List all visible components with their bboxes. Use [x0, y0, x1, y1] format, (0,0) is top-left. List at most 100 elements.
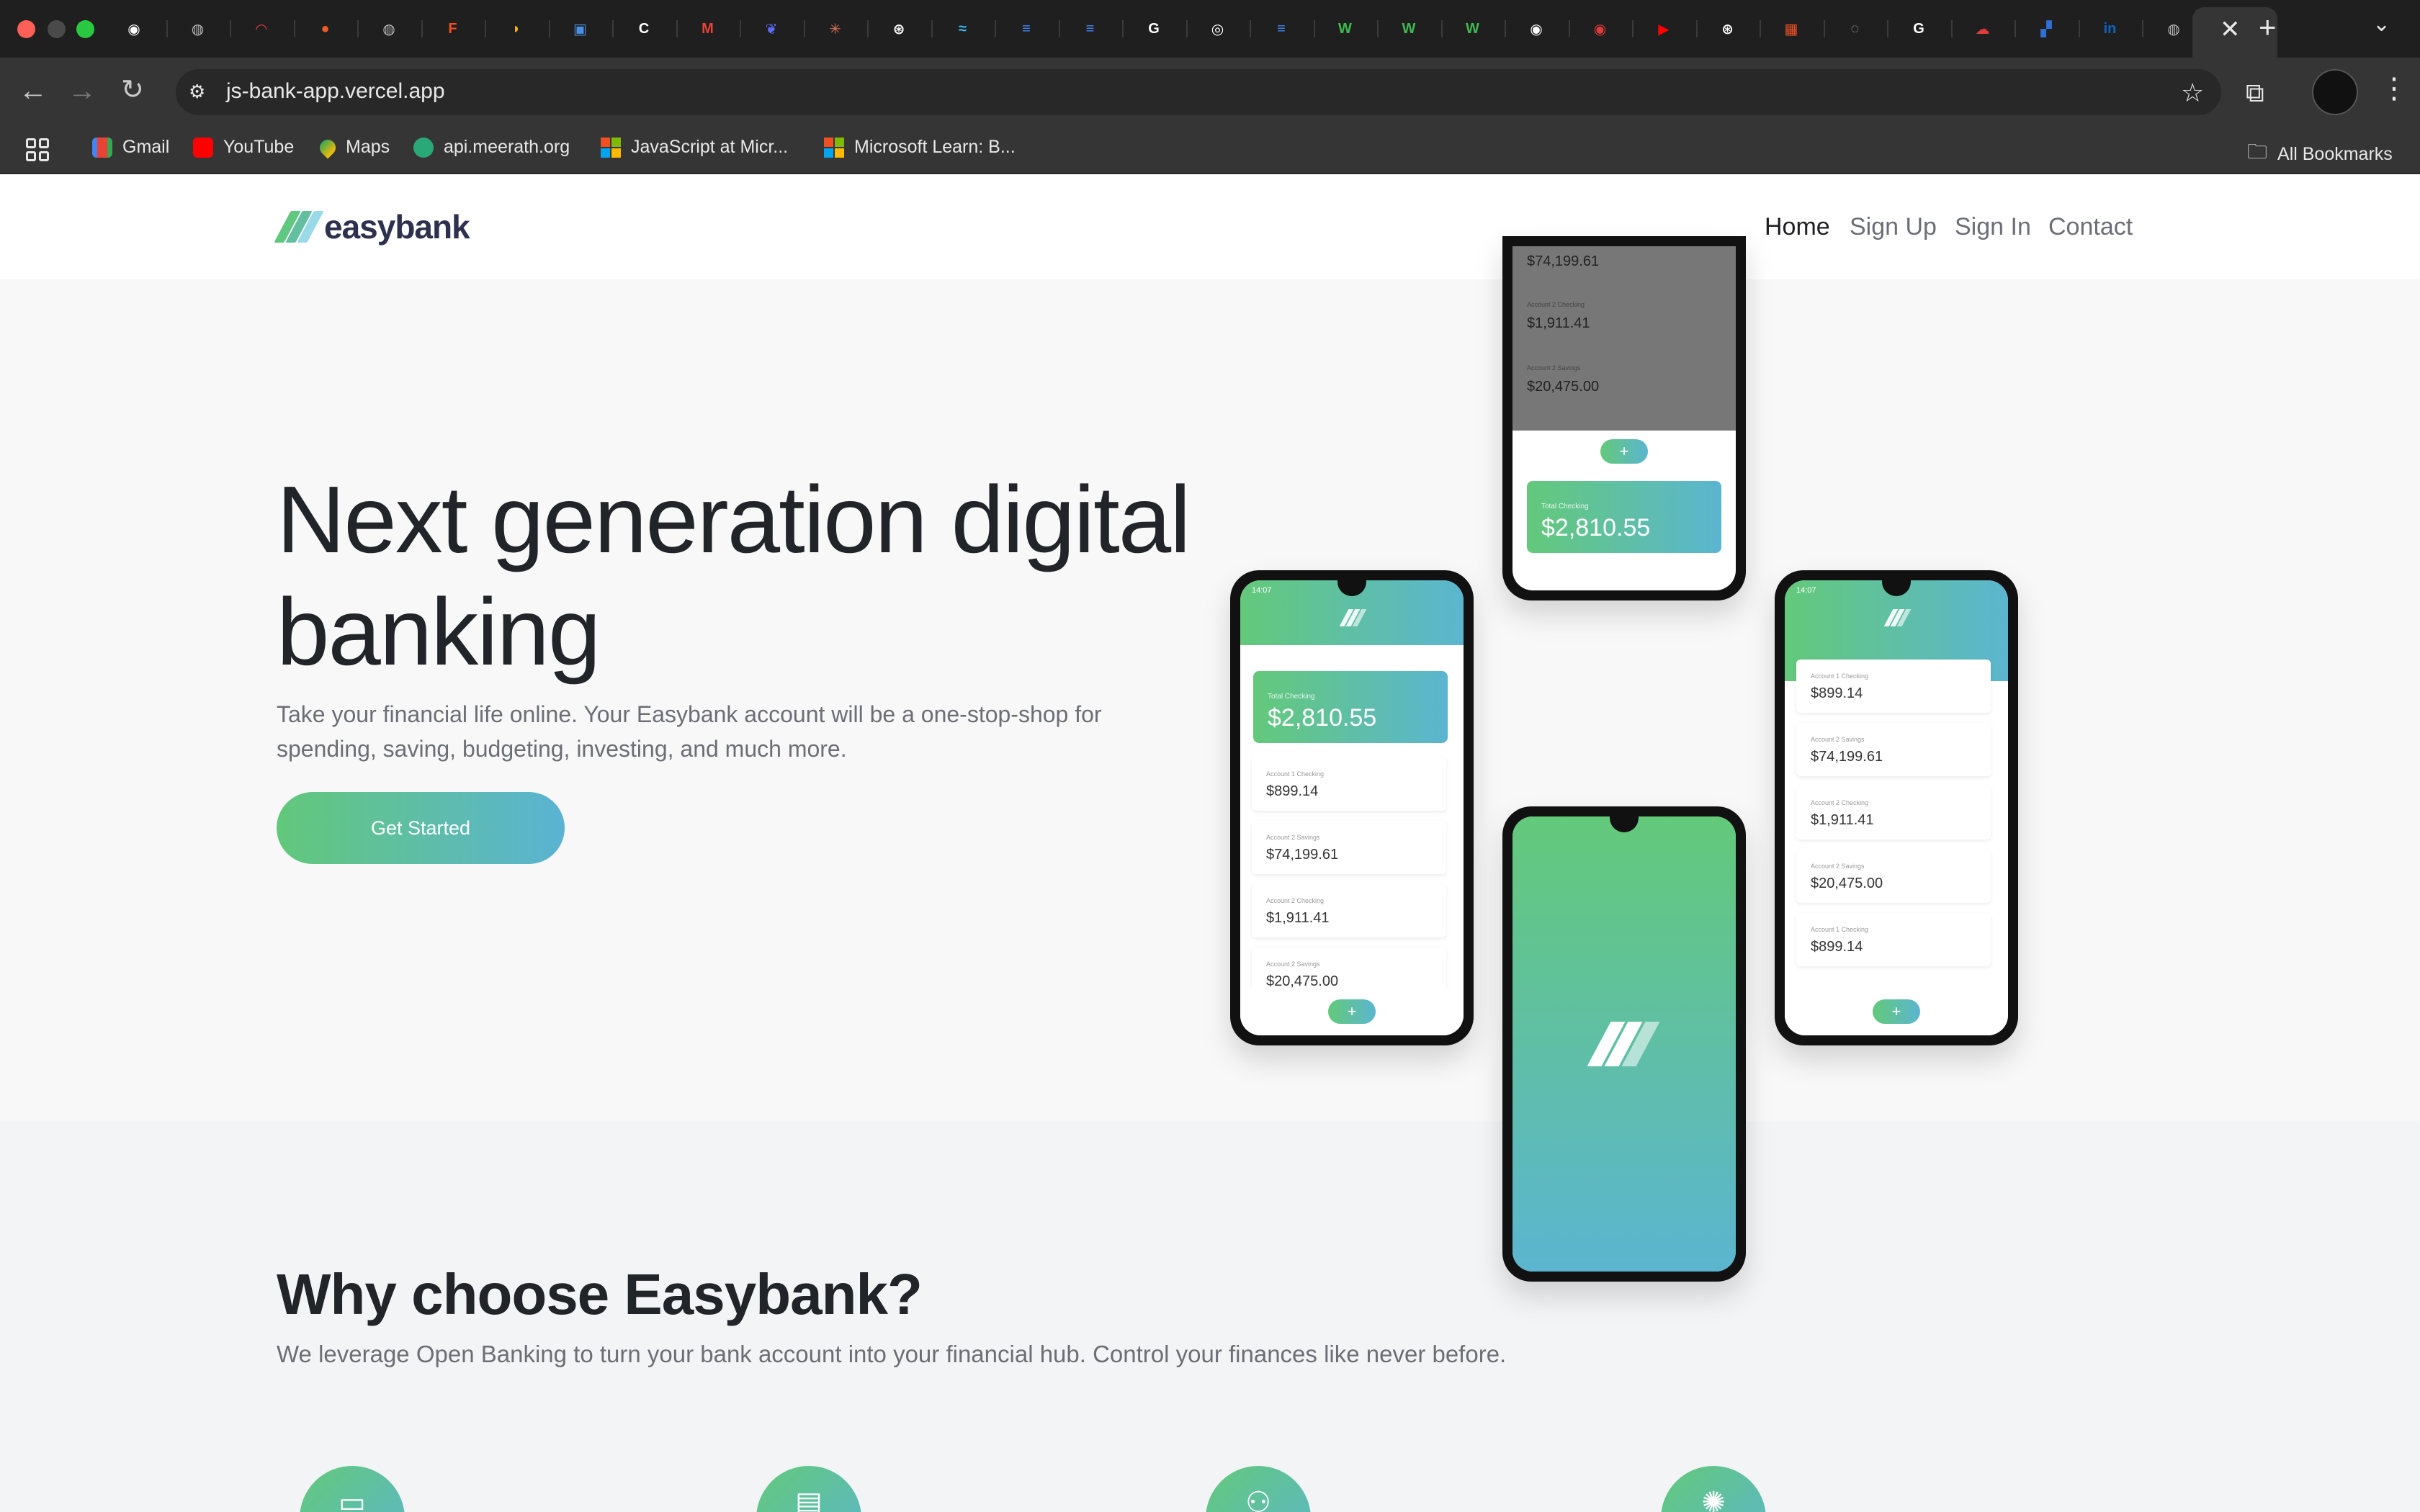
- docs-icon[interactable]: ≡: [1077, 16, 1103, 42]
- gmail-icon[interactable]: M: [695, 16, 721, 42]
- tab-separator: [1505, 20, 1506, 37]
- google-icon[interactable]: G: [1906, 16, 1932, 42]
- add-icon: +: [1328, 999, 1376, 1024]
- maximize-window-button[interactable]: [76, 20, 94, 38]
- tab-separator: [421, 20, 423, 37]
- nav-sign-up[interactable]: Sign Up: [1850, 213, 1937, 241]
- tab-separator: [1950, 20, 1953, 37]
- tab-separator: [2015, 20, 2016, 37]
- why-subtitle: We leverage Open Banking to turn your ba…: [277, 1341, 1507, 1367]
- speedometer-icon[interactable]: ◠: [248, 16, 274, 42]
- leaf-icon: [413, 137, 434, 158]
- phone-mockup-accounts: 14:07 Total Checking $2,810.55 Account 1…: [1230, 570, 1474, 1045]
- bookmark-api-meerath[interactable]: api.meerath.org: [413, 137, 570, 158]
- linkedin-icon[interactable]: in: [2097, 16, 2123, 42]
- bookmark-label: api.meerath.org: [444, 137, 570, 157]
- globe-icon[interactable]: ◍: [185, 16, 211, 42]
- easybank-logo-icon: [274, 211, 324, 243]
- docs-icon[interactable]: ≡: [1013, 16, 1039, 42]
- tab-separator: [612, 20, 614, 37]
- easybank-logo[interactable]: easybank: [274, 207, 470, 246]
- tab-separator: [1568, 20, 1570, 37]
- github-icon[interactable]: ◉: [1523, 16, 1549, 42]
- phone-mockup-top: $74,199.61 Account 2 Checking $1,911.41 …: [1502, 236, 1746, 600]
- account-card: Account 2 Savings $74,199.61: [1796, 723, 1991, 776]
- hero-title: Next generation digital banking: [277, 467, 1191, 685]
- profile-avatar[interactable]: [2312, 69, 2358, 115]
- rainbow-icon[interactable]: ◗: [503, 16, 529, 42]
- phone-mockup-account-list: 14:07 Account 1 Checking $899.14 Account …: [1775, 570, 2018, 1045]
- api-icon: ✺: [1661, 1466, 1766, 1512]
- tab-separator: [230, 20, 231, 37]
- tab-separator: [293, 20, 295, 37]
- close-tab-icon[interactable]: ✕: [2220, 17, 2241, 42]
- record-icon[interactable]: ◉: [1587, 16, 1613, 42]
- c-icon[interactable]: C: [631, 16, 657, 42]
- bookmark-youtube[interactable]: YouTube: [193, 137, 294, 158]
- tab-separator: [485, 20, 486, 37]
- microsoft-icon: [601, 137, 621, 158]
- cloud-icon[interactable]: ☁: [1970, 16, 1996, 42]
- bookmark-gmail[interactable]: Gmail: [92, 137, 169, 158]
- back-arrow-icon[interactable]: ←: [19, 76, 48, 105]
- account-amount: $1,911.41: [1527, 315, 1590, 331]
- logo-text: easybank: [324, 208, 470, 246]
- google-icon[interactable]: G: [1141, 16, 1167, 42]
- youtube-icon[interactable]: ▶: [1651, 16, 1677, 42]
- nav-sign-in[interactable]: Sign In: [1955, 213, 2031, 241]
- browser-tab-strip: ◉ ◍ ◠ ● ◍ F ◗ ▣ C M ❦ ✳ ⊛ ≈ ≡ ≡ G ◎ ≡ W W W ◉ ◉ ▶ ⊛ ▦ ◌ G ☁ ▞ in ◍ ✕ + ⌄: [0, 0, 2420, 58]
- new-tab-button[interactable]: +: [2259, 10, 2277, 45]
- globe-icon[interactable]: ◍: [2161, 16, 2187, 42]
- address-bar[interactable]: ⚙ js-bank-app.vercel.app ☆: [176, 69, 2221, 115]
- circle-icon[interactable]: ◎: [1205, 16, 1231, 42]
- total-label: Total Checking: [1268, 693, 1315, 701]
- figure-icon[interactable]: ▞: [2033, 16, 2059, 42]
- url-text[interactable]: js-bank-app.vercel.app: [226, 79, 445, 104]
- extensions-icon[interactable]: ⧉: [2246, 78, 2264, 109]
- w-icon[interactable]: W: [1396, 16, 1422, 42]
- forward-arrow-icon[interactable]: →: [68, 76, 97, 105]
- onboarding-icon: ⚇: [1206, 1466, 1311, 1512]
- tab-separator: [931, 20, 933, 37]
- apps-grid-icon[interactable]: [26, 138, 49, 161]
- reload-icon[interactable]: ↻: [121, 76, 144, 104]
- bookmark-star-icon[interactable]: ☆: [2181, 78, 2204, 108]
- openai-icon[interactable]: ⊛: [886, 16, 912, 42]
- tab-separator: [1440, 20, 1443, 37]
- nav-home[interactable]: Home: [1765, 213, 1830, 241]
- site-info-icon[interactable]: ⚙: [189, 81, 212, 104]
- openai-icon[interactable]: ⊛: [1715, 16, 1741, 42]
- tab-separator: [1122, 20, 1124, 37]
- bird-icon[interactable]: ❦: [758, 16, 784, 42]
- github-icon[interactable]: ◉: [121, 16, 147, 42]
- tab-separator: [676, 20, 678, 37]
- bookmark-maps[interactable]: Maps: [316, 135, 390, 159]
- figma-icon[interactable]: F: [440, 16, 466, 42]
- webpage: easybank Home Sign Up Sign In Contact Ne…: [0, 174, 2420, 1512]
- globe-icon[interactable]: ◍: [376, 16, 402, 42]
- w-icon[interactable]: W: [1460, 16, 1486, 42]
- account-card: Account 2 Checking $1,911.41: [1796, 786, 1991, 840]
- easybank-logo-icon: [1339, 609, 1367, 626]
- all-bookmarks-button[interactable]: 🗀 All Bookmarks: [2247, 137, 2393, 171]
- claude-icon[interactable]: ✳: [823, 16, 848, 42]
- microsoft-icon[interactable]: ▦: [1778, 16, 1804, 42]
- app-icon[interactable]: ▣: [568, 16, 593, 42]
- tab-search-chevron-icon[interactable]: ⌄: [2372, 12, 2390, 37]
- more-menu-icon[interactable]: ⋮: [2380, 72, 2408, 105]
- w-icon[interactable]: W: [1332, 16, 1358, 42]
- close-window-button[interactable]: [17, 20, 35, 38]
- bookmark-microsoft-learn[interactable]: Microsoft Learn: B...: [824, 137, 1016, 158]
- bookmarks-bar: Gmail YouTube Maps api.meerath.org JavaS…: [0, 127, 2420, 174]
- postman-icon[interactable]: ●: [313, 16, 339, 42]
- minimize-window-button[interactable]: [48, 20, 66, 38]
- nav-contact[interactable]: Contact: [2048, 213, 2133, 241]
- bookmark-javascript-microsoft[interactable]: JavaScript at Micr...: [601, 137, 788, 158]
- easybank-logo-icon: [1883, 609, 1912, 626]
- get-started-button[interactable]: Get Started: [277, 792, 565, 864]
- tailwind-icon[interactable]: ≈: [950, 16, 976, 42]
- tab-separator: [740, 20, 741, 37]
- bookmark-label: Maps: [346, 137, 390, 157]
- loading-icon[interactable]: ◌: [1842, 16, 1868, 42]
- docs-icon[interactable]: ≡: [1268, 16, 1294, 42]
